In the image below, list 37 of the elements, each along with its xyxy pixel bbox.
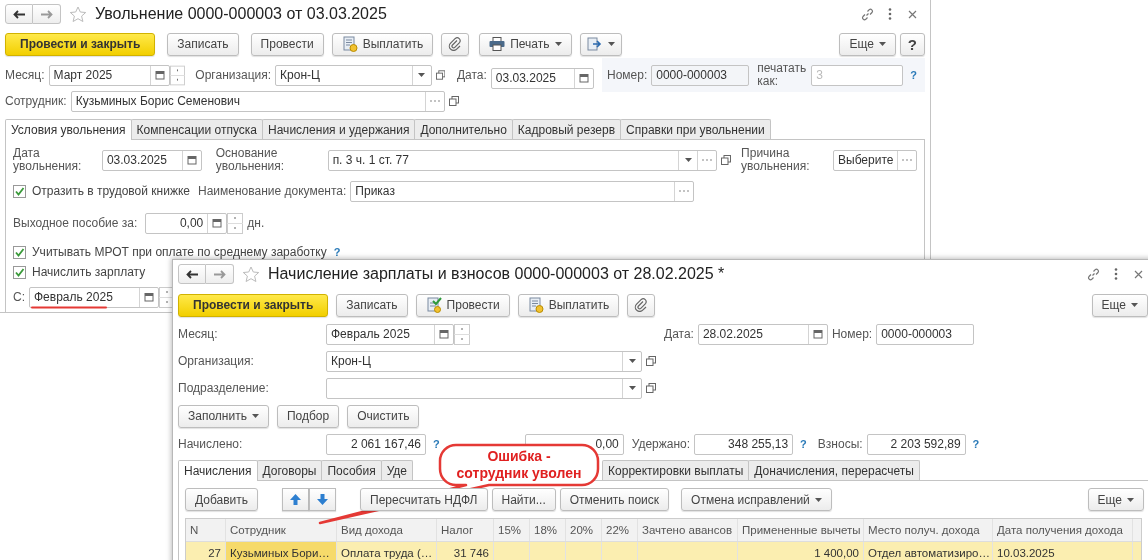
table-cell: Оплата труда (… xyxy=(337,542,437,560)
field-label: Номер: xyxy=(606,68,648,82)
field-label: Подразделение: xyxy=(178,381,270,395)
field-label: Организация: xyxy=(178,354,255,368)
field-label: Начислено: xyxy=(178,437,244,451)
unit-label: дн. xyxy=(247,216,265,230)
checkbox-label: Начислить зарплату xyxy=(32,265,146,279)
field-label: Дата: xyxy=(664,327,694,341)
field-label: Взносы: xyxy=(817,437,863,451)
field-label: Наименование документа: xyxy=(197,184,347,198)
checkbox-label: Отразить в трудовой книжке xyxy=(32,184,190,198)
tooltip-text: Ошибка - сотрудник уволен xyxy=(455,447,583,483)
field-label: Месяц: xyxy=(5,68,45,82)
field-label: Дата увольнения: xyxy=(13,147,83,173)
total-field: 2 203 592,89 xyxy=(866,433,966,455)
number-field: 0000-000003 xyxy=(651,64,750,86)
table-cell: 1 400,00 xyxy=(738,542,864,560)
window-title: Увольнение 0000-000003 от 03.03.2025 xyxy=(95,5,387,23)
field-label: Сотрудник: xyxy=(5,94,67,108)
field-label: Номер: xyxy=(831,327,873,341)
table-cell: Отдел автоматизиро… xyxy=(864,542,993,560)
total-field: 348 255,13 xyxy=(694,433,794,455)
field-label: Основание увольнения: xyxy=(215,147,286,173)
field-label: Удержано: xyxy=(631,437,691,451)
total-field: 2 061 167,46 xyxy=(326,433,426,455)
field-label: Причина увольнения: xyxy=(741,147,811,173)
table-cell: Кузьминых Бори… xyxy=(226,542,337,560)
field-label: С: xyxy=(13,290,25,304)
field-label: печатать как: xyxy=(757,62,808,88)
checkbox-label: Учитывать МРОТ при оплате по среднему заработку xyxy=(32,245,327,259)
field-label: Организация: xyxy=(195,68,272,82)
table-cell: 31 746 xyxy=(437,542,494,560)
field-label: Месяц: xyxy=(178,327,219,341)
field-label: Дата: xyxy=(456,68,487,82)
window-title: Начисление зарплаты и взносов 0000-000003 от 28.02.2025 * xyxy=(268,265,725,283)
field-label: Выходное пособие за: xyxy=(13,216,138,230)
table-cell: 10.03.2025 xyxy=(993,542,1133,560)
